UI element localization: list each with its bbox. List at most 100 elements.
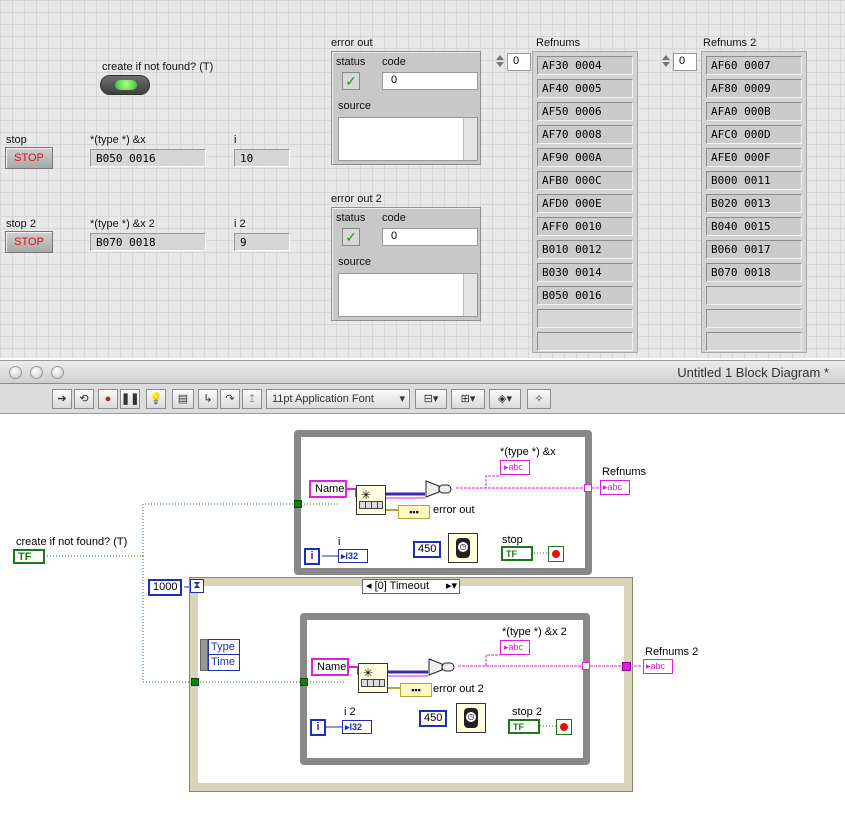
loop2-i-label: i 2 [344,706,356,718]
loop1-i-term-text: I32 [345,551,359,561]
loop2-obtain-queue-icon[interactable]: ✳ [358,663,388,693]
i-label: i [234,134,237,146]
step-over-icon[interactable]: ↷ [220,389,240,409]
refnums2-index-spinner[interactable] [660,53,672,71]
refnums2-element: AFC0 000D [706,125,802,144]
loop2-stop-condition-icon[interactable] [556,719,572,735]
refnums2-element [706,332,802,351]
run-continuously-icon[interactable]: ⟲ [74,389,94,409]
typex-indicator: B050 0016 [90,149,206,167]
create-if-not-found-label: create if not found? (T) [102,61,214,73]
error-out-source-text [338,117,478,161]
error-out-status-check-icon: ✓ [342,72,360,90]
refnums-element: AF90 000A [537,148,633,167]
loop1-wait-constant[interactable]: 450 [413,541,441,558]
loop1-error-cluster-icon: ▪▪▪ [398,505,430,519]
stop2-button[interactable]: STOP [5,231,53,253]
event-case-left-icon[interactable]: ◂ [366,580,372,592]
i-indicator: 10 [234,149,290,167]
refnums-element [537,309,633,328]
refnums-element: AFB0 000C [537,171,633,190]
typex2-indicator: B070 0018 [90,233,206,251]
loop1-typex-terminal[interactable]: ▸abc [500,460,530,475]
refnums2-index[interactable]: 0 [673,53,697,71]
loop1-typecast-icon[interactable] [425,480,455,498]
refnums2-element: AF80 0009 [706,79,802,98]
loop2-typex-terminal[interactable]: ▸abc [500,640,530,655]
refnums-array: AF30 0004 AF40 0005 AF50 0006 AF70 0008 AF90… [532,51,638,353]
loop2-iteration-terminal[interactable]: i [310,719,326,736]
error-out-source-scrollbar[interactable] [463,118,477,160]
loop1-stop-terminal[interactable]: TF [501,546,533,561]
refnums-element: AF70 0008 [537,125,633,144]
loop2-error-label: error out 2 [433,683,484,695]
create-boolean-terminal[interactable]: TF [13,549,45,564]
event-case-right-icon[interactable]: ▸▾ [446,580,457,593]
refnums2-element [706,286,802,305]
step-out-icon[interactable]: ↥ [242,389,262,409]
loop1-wait-ms-icon[interactable]: ◷ [448,533,478,563]
block-diagram-canvas: create if not found? (T) TF Name ✳ ▪▪▪ e… [0,415,845,822]
loop1-error-label: error out [433,504,475,516]
refnums-index[interactable]: 0 [507,53,531,71]
close-window-button[interactable] [9,366,22,379]
error-out2-code-indicator: 0 [382,228,478,246]
refnums2-element: AFA0 000B [706,102,802,121]
loop2-wait-ms-icon[interactable]: ◷ [456,703,486,733]
loop2-i-terminal[interactable]: ▸I32 [342,720,372,734]
cleanup-diagram-icon[interactable]: ✧ [527,389,551,409]
loop1-name-constant[interactable]: Name [309,480,347,498]
event-case-label: [0] Timeout [374,580,430,592]
abort-icon[interactable]: ● [98,389,118,409]
loop1-stop-condition-icon[interactable] [548,546,564,562]
chevron-down-icon: ▾ [399,393,405,405]
event-case-selector[interactable]: ◂ [0] Timeout ▸▾ [362,579,460,594]
loop2-typex-label: *(type *) &x 2 [502,626,567,638]
refnums2-element: B070 0018 [706,263,802,282]
loop1-refnums-terminal[interactable]: ▸abc [600,480,630,495]
stop-label: stop [6,134,27,146]
distribute-objects-icon[interactable]: ⊞▾ [451,389,485,409]
loop2-stop-terminal[interactable]: TF [508,719,540,734]
loop2-typecast-icon[interactable] [428,658,458,676]
front-panel: create if not found? (T) stop STOP stop … [0,0,845,358]
stop-button[interactable]: STOP [5,147,53,169]
refnums2-array: AF60 0007 AF80 0009 AFA0 000B AFC0 000D AFE0… [701,51,807,353]
loop1-output-tunnel [584,484,592,492]
loop2-name-constant[interactable]: Name [311,658,349,676]
error-out-code-label: code [382,56,406,68]
error-out2-source-scrollbar[interactable] [463,274,477,316]
error-out-label: error out [331,37,373,49]
loop2-wait-constant[interactable]: 450 [419,710,447,727]
reorder-icon[interactable]: ◈▾ [489,389,521,409]
loop1-obtain-queue-icon[interactable]: ✳ [356,485,386,515]
pause-icon[interactable]: ❚❚ [120,389,140,409]
create-if-not-found-led[interactable] [100,75,150,95]
refnums2-element [706,309,802,328]
loop2-refnums-terminal[interactable]: ▸abc [643,659,673,674]
loop1-i-label: i [338,536,341,548]
event-output-tunnel [622,662,631,671]
highlight-execution-icon[interactable]: 💡 [146,389,166,409]
font-dropdown-label: 11pt Application Font [272,393,374,405]
align-objects-icon[interactable]: ⊟▾ [415,389,447,409]
event-data-node[interactable]: Type Time [208,639,240,671]
refnums2-label: Refnums 2 [703,37,757,49]
step-into-icon[interactable]: ↳ [198,389,218,409]
run-arrow-icon[interactable]: ➔ [52,389,72,409]
loop1-i-terminal[interactable]: ▸I32 [338,549,368,563]
retain-wire-values-icon[interactable]: ▤ [172,389,194,409]
block-diagram-toolbar: ➔ ⟲ ● ❚❚ 💡 ▤ ↳ ↷ ↥ 11pt Application Font… [0,384,845,414]
zoom-window-button[interactable] [51,366,64,379]
event-type-field: Type [209,640,239,655]
refnums-element: AFD0 000E [537,194,633,213]
loop1-input-tunnel [294,500,302,508]
error-out-source-label: source [338,100,372,112]
refnums-element: B050 0016 [537,286,633,305]
refnums2-element: B060 0017 [706,240,802,259]
loop1-iteration-terminal[interactable]: i [304,548,320,565]
minimize-window-button[interactable] [30,366,43,379]
event-timeout-constant[interactable]: 1000 [148,579,182,596]
font-dropdown[interactable]: 11pt Application Font ▾ [266,389,410,409]
refnums-index-spinner[interactable] [494,53,506,71]
